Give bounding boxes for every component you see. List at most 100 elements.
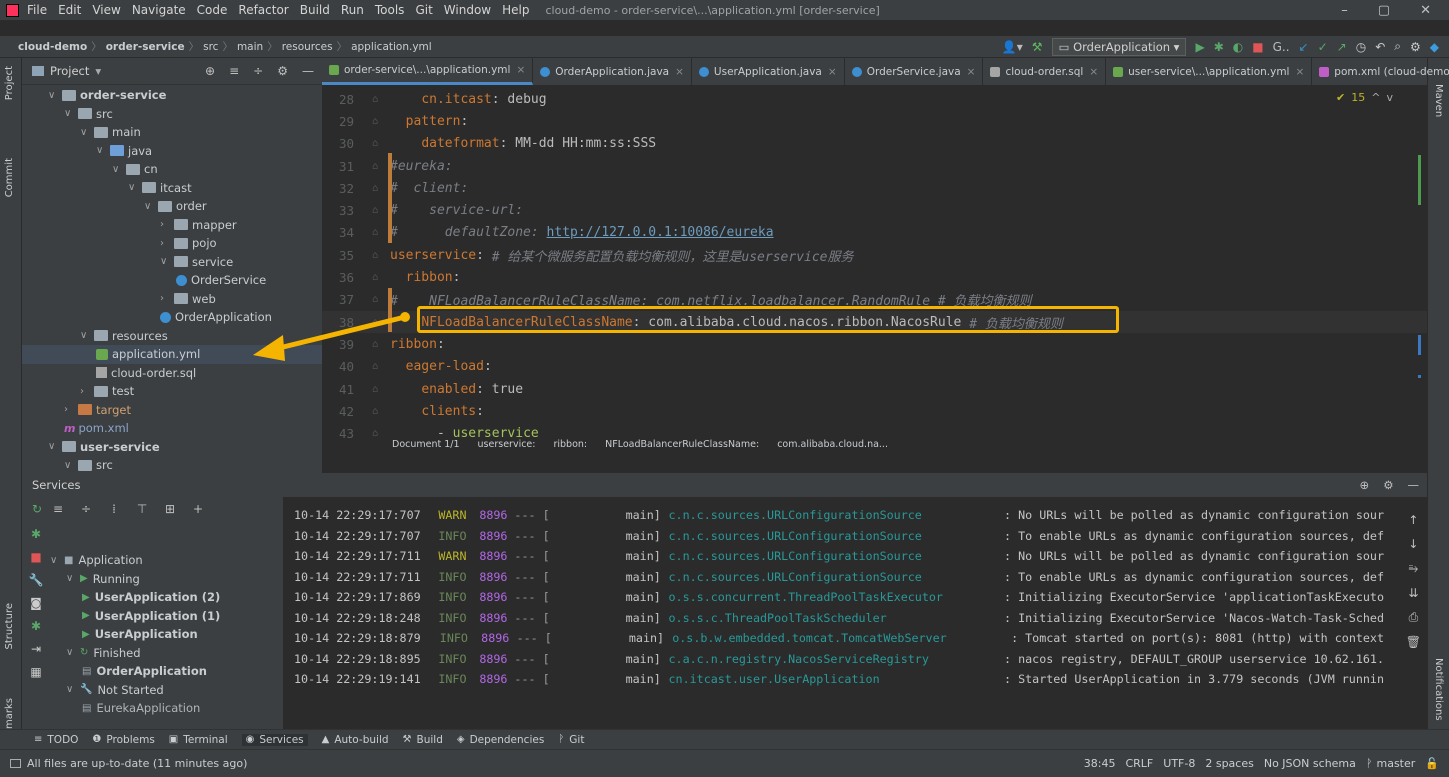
hammer-icon[interactable]: ⚒ [1032, 40, 1043, 54]
refresh-icon[interactable]: ↻ [32, 502, 42, 516]
tool-window-git[interactable]: ᚹ Git [558, 734, 584, 746]
collapse-all-icon[interactable]: ÷ [79, 502, 93, 516]
breadcrumb-item[interactable]: src [203, 41, 218, 53]
git-label-icon[interactable]: G.. [1273, 40, 1290, 54]
minimize-icon[interactable]: – [1341, 3, 1348, 18]
menu-item-run[interactable]: Run [341, 3, 364, 17]
project-tree-item[interactable]: ∨ cn [22, 160, 322, 179]
editor-tab[interactable]: cloud-order.sql × [983, 58, 1107, 85]
breadcrumb-item[interactable]: main [237, 41, 263, 53]
project-strip-button[interactable]: Project [4, 66, 15, 100]
yaml-breadcrumb-item[interactable]: NFLoadBalancerRuleClassName: [605, 439, 759, 450]
tool-window-todo[interactable]: ≡ TODO [34, 734, 78, 746]
project-tree-item[interactable]: m pom.xml [22, 419, 322, 438]
run-config-select[interactable]: ▭ OrderApplication ▾ [1051, 37, 1187, 56]
close-tab-icon[interactable]: × [967, 66, 976, 78]
scroll-to-end-icon[interactable]: ⇊ [1408, 586, 1418, 600]
project-tree-item[interactable]: ∨ java [22, 142, 322, 161]
menu-item-git[interactable]: Git [415, 3, 432, 17]
commit-strip-button[interactable]: Commit [4, 158, 15, 197]
status-item[interactable]: master [1377, 757, 1416, 770]
debug-icon[interactable]: ✱ [31, 619, 41, 633]
chevron-down-icon[interactable]: ∨ [50, 555, 62, 566]
close-icon[interactable]: ✕ [1420, 3, 1431, 18]
tool-window-problems[interactable]: ❶ Problems [92, 734, 154, 746]
prev-highlight-icon[interactable]: ^ [1371, 91, 1380, 104]
editor-tab[interactable]: order-service\...\application.yml × [322, 58, 534, 85]
service-tree-item[interactable]: ▶ UserApplication (1) [50, 607, 220, 626]
coverage-icon[interactable]: ◐ [1233, 40, 1243, 54]
stop-icon[interactable]: ■ [1252, 40, 1263, 54]
close-tab-icon[interactable]: × [1089, 66, 1098, 78]
editor-scrollbar[interactable] [1418, 95, 1425, 435]
project-tree-item[interactable]: ∨ user-service [22, 438, 322, 457]
user-icon[interactable]: 👤▾ [1002, 40, 1023, 54]
soft-wrap-icon[interactable]: ⥱ [1409, 561, 1419, 576]
chevron-right-icon[interactable]: › [80, 386, 92, 397]
yaml-breadcrumb-item[interactable]: Document 1/1 [392, 439, 460, 450]
settings-icon[interactable]: ⚙ [1410, 40, 1421, 54]
chevron-right-icon[interactable]: › [160, 293, 172, 304]
service-tree-item[interactable]: ∨ ▶ Running [50, 570, 220, 589]
project-tree-item[interactable]: ∨ service [22, 253, 322, 272]
chevron-down-icon[interactable]: ∨ [48, 90, 60, 101]
project-tree-item[interactable]: cloud-order.sql [22, 364, 322, 383]
group-icon[interactable]: ⁞ [107, 502, 121, 516]
breadcrumb-item[interactable]: application.yml [351, 41, 432, 53]
status-item[interactable]: 38:45 [1084, 757, 1116, 770]
menu-item-window[interactable]: Window [444, 3, 491, 17]
project-tree-item[interactable]: › test [22, 382, 322, 401]
menu-item-view[interactable]: View [92, 3, 120, 17]
editor-tab[interactable]: OrderApplication.java × [533, 58, 692, 85]
chevron-down-icon[interactable]: ∨ [64, 460, 76, 471]
project-tree-item[interactable]: ∨ order-service [22, 86, 322, 105]
project-tree-item[interactable]: › mapper [22, 216, 322, 235]
status-panel-icon[interactable] [10, 759, 21, 768]
chevron-down-icon[interactable]: ∨ [160, 256, 172, 267]
layout-icon[interactable]: ▦ [30, 665, 41, 679]
scroll-down-icon[interactable]: ↓ [1408, 537, 1418, 551]
tool-window-terminal[interactable]: ▣ Terminal [169, 734, 228, 746]
yaml-breadcrumb-item[interactable]: ribbon: [553, 439, 587, 450]
lock-icon[interactable]: 🔓 [1425, 757, 1439, 770]
stop-icon[interactable]: ■ [30, 550, 41, 564]
service-tree-item[interactable]: ▶ UserApplication [50, 625, 220, 644]
new-tab-icon[interactable]: ⊞ [163, 502, 177, 516]
menu-item-help[interactable]: Help [502, 3, 529, 17]
project-tree-item[interactable]: OrderService [22, 271, 322, 290]
project-tree-item[interactable]: ∨ itcast [22, 179, 322, 198]
camera-icon[interactable]: ◙ [30, 596, 42, 610]
git-commit-icon[interactable]: ✓ [1318, 40, 1328, 54]
yaml-breadcrumb-item[interactable]: userservice: [478, 439, 536, 450]
inspection-widget[interactable]: ✔ 15 ^ v [1336, 91, 1393, 104]
expand-all-icon[interactable]: ÷ [253, 64, 263, 78]
project-tree-item[interactable]: › target [22, 401, 322, 420]
status-item[interactable]: 2 spaces [1205, 757, 1254, 770]
login-icon[interactable]: ⇥ [31, 642, 41, 656]
menu-item-edit[interactable]: Edit [58, 3, 81, 17]
editor-tab[interactable]: OrderService.java × [845, 58, 984, 85]
breadcrumb-item[interactable]: order-service [106, 41, 185, 53]
service-tree-item[interactable]: ▤ OrderApplication [50, 662, 220, 681]
project-tree-item[interactable]: ∨ src [22, 105, 322, 124]
tool-window-auto-build[interactable]: ▲ Auto-build [322, 734, 389, 746]
project-tree-item[interactable]: ∨ order [22, 197, 322, 216]
project-panel-title[interactable]: Project [50, 64, 89, 78]
notifications-strip-button[interactable]: Notifications [1433, 658, 1444, 721]
close-tab-icon[interactable]: × [828, 66, 837, 78]
filter-icon[interactable]: ⊤ [135, 502, 149, 516]
expand-all-icon[interactable]: ≡ [51, 502, 65, 516]
chevron-down-icon[interactable]: ∨ [80, 330, 92, 341]
service-tree-item[interactable]: ▤ EurekaApplication [50, 699, 220, 718]
tool-window-dependencies[interactable]: ◈ Dependencies [457, 734, 544, 746]
close-tab-icon[interactable]: × [675, 66, 684, 78]
hide-panel-icon[interactable]: — [302, 64, 314, 78]
menu-item-navigate[interactable]: Navigate [132, 3, 186, 17]
add-icon[interactable]: + [191, 502, 205, 516]
tool-window-build[interactable]: ⚒ Build [403, 734, 443, 746]
chevron-down-icon[interactable]: ∨ [96, 145, 108, 156]
chevron-down-icon[interactable]: ∨ [66, 573, 78, 584]
project-tree-item[interactable]: ∨ main [22, 123, 322, 142]
breadcrumb-item[interactable]: resources [282, 41, 333, 53]
chevron-down-icon[interactable]: ∨ [66, 684, 78, 695]
